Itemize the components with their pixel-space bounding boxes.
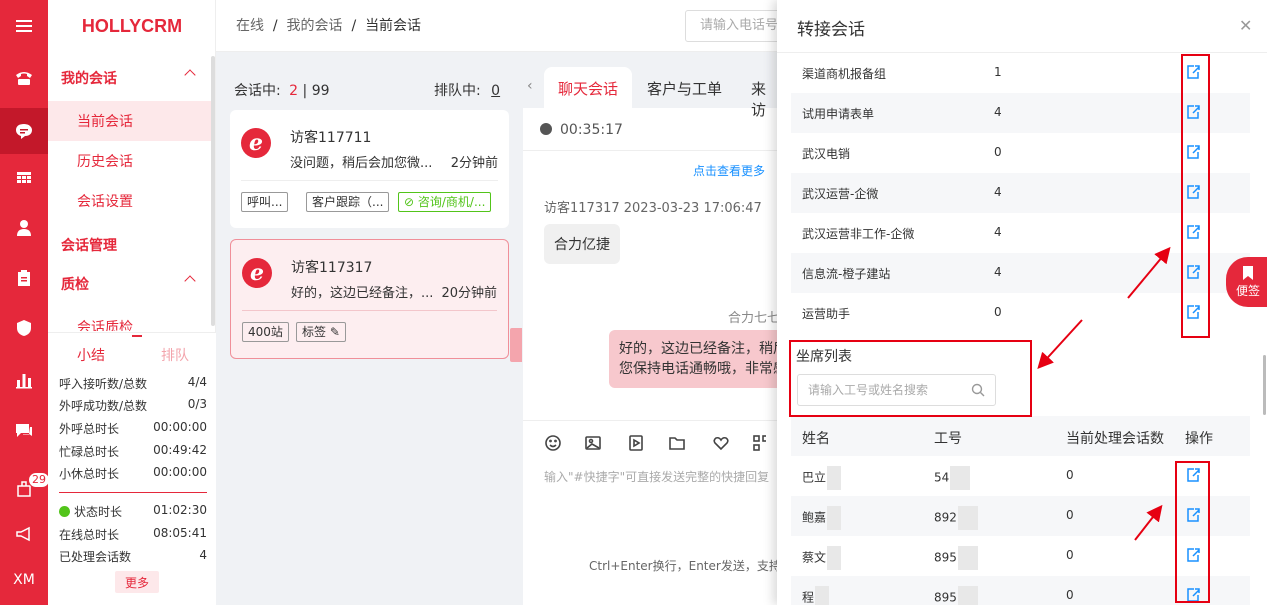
annotation-box [1181, 54, 1210, 338]
session-card-selected[interactable]: e 访客117317 好的，这边已经备注，... 20分钟前 400站 标签 ✎ [230, 239, 509, 359]
message-icon[interactable] [0, 410, 48, 450]
shield-icon[interactable] [0, 308, 48, 348]
clipboard-icon[interactable] [0, 258, 48, 298]
ie-avatar-icon: e [241, 128, 271, 158]
redacted-block [957, 506, 978, 530]
agent-message: 好的，这边已经备注，稍后 您保持电话通畅哦，非常感 [609, 330, 799, 388]
session-timer: 00:35:17 [540, 122, 623, 138]
sidebar-scrollbar[interactable] [211, 56, 215, 326]
session-tag[interactable]: 呼叫... [241, 192, 289, 212]
image-icon[interactable] [584, 434, 602, 452]
tab-visit[interactable]: 来访 [737, 67, 780, 119]
notification-icon[interactable]: 29 [0, 468, 50, 508]
breadcrumb-current: 当前会话 [365, 18, 422, 34]
chevron-up-icon [184, 69, 196, 81]
sidebar-item-history-session[interactable]: 历史会话 [48, 141, 213, 181]
redacted-block [957, 546, 978, 570]
stat-row: 状态时长 01:02:30 [59, 503, 207, 520]
stat-row: 已处理会话数 4 [59, 548, 207, 564]
queue-count: 排队中: 0 [434, 83, 501, 99]
stat-row: 小休总时长 00:00:00 [59, 465, 207, 481]
menu-toggle-icon[interactable] [0, 0, 48, 52]
notification-badge: 29 [28, 472, 50, 488]
ie-avatar-icon: e [242, 258, 272, 288]
divider [59, 492, 207, 493]
see-more-link[interactable]: 点击查看更多 [693, 162, 765, 179]
phone-icon[interactable] [0, 58, 48, 98]
stat-row: 外呼成功数/总数 0/3 [59, 397, 207, 413]
user-icon[interactable] [0, 208, 48, 248]
message-input[interactable]: 输入"#快捷字"可直接发送完整的快捷回复 [544, 468, 769, 485]
session-tag[interactable]: 客户跟踪（... [306, 192, 390, 212]
tab-customer-ticket[interactable]: 客户与工单 [633, 67, 736, 108]
bar-chart-icon[interactable] [0, 360, 48, 400]
sidebar-item-session-settings[interactable]: 会话设置 [48, 181, 213, 221]
more-button[interactable]: 更多 [115, 571, 159, 593]
tab-queue[interactable]: 排队 [161, 345, 189, 365]
in-session-count: 会话中: 2 | 99 [234, 83, 330, 99]
chat-panel: ‹ 聊天会话 客户与工单 来访 00:35:17 点击查看更多 访客117317… [523, 52, 799, 605]
grid-icon[interactable] [0, 158, 48, 198]
stat-row: 在线总时长 08:05:41 [59, 526, 207, 542]
drag-handle-icon[interactable] [132, 335, 142, 337]
session-tag[interactable]: 标签 ✎ [296, 322, 346, 342]
breadcrumb-my-sessions[interactable]: 我的会话 [287, 18, 343, 34]
visitor-message: 合力亿捷 [544, 224, 620, 264]
session-card[interactable]: e 访客117711 没问题，稍后会加您微... 2分钟前 呼叫... 客户跟踪… [230, 110, 509, 228]
menu-group-quality-check[interactable]: 质检 [48, 264, 216, 304]
stats-panel: 小结 排队 呼入接听数/总数 4/4 外呼成功数/总数 0/3 外呼总时长 00:00… [48, 332, 216, 605]
chat-icon[interactable] [0, 108, 48, 154]
heart-icon[interactable] [712, 434, 730, 452]
qr-code-icon[interactable] [752, 434, 766, 452]
tab-summary[interactable]: 小结 [77, 345, 105, 365]
breadcrumb: 在线 / 我的会话 / 当前会话 [236, 18, 422, 34]
sidebar-item-session-qc[interactable]: 会话质检 [48, 307, 213, 331]
stat-row: 忙碌总时长 00:49:42 [59, 443, 207, 459]
bookmark-icon [1243, 265, 1253, 280]
annotation-box [789, 340, 1032, 417]
agent-meta: 合力七七 [728, 311, 781, 326]
folder-icon[interactable] [668, 434, 686, 452]
stat-row: 呼入接听数/总数 4/4 [59, 375, 207, 391]
send-hint: Ctrl+Enter换行，Enter发送，支持粘 [589, 559, 793, 573]
chevron-left-icon[interactable]: ‹ [527, 78, 533, 94]
redacted-block [827, 546, 842, 570]
redacted-block [950, 466, 971, 490]
sidebar-item-current-session[interactable]: 当前会话 [48, 101, 213, 141]
drawer-scrollbar[interactable] [1263, 355, 1266, 415]
chevron-up-icon [184, 275, 196, 287]
collapse-handle[interactable] [510, 328, 522, 362]
user-avatar[interactable]: XM [0, 560, 48, 600]
status-online-icon [59, 506, 70, 517]
session-tag[interactable]: ⊘ 咨询/商机/... [398, 192, 492, 212]
seat-table-header: 姓名 工号 当前处理会话数 操作 [791, 416, 1250, 456]
message-meta: 访客117317 2023-03-23 17:06:47 [544, 201, 762, 216]
clock-icon [540, 123, 552, 135]
megaphone-icon[interactable] [0, 514, 48, 554]
redacted-block [827, 466, 842, 490]
session-tag[interactable]: 400站 [242, 322, 289, 342]
queue-count-link[interactable]: 0 [491, 83, 500, 99]
redacted-block [815, 586, 830, 605]
tab-chat-session[interactable]: 聊天会话 [544, 67, 633, 108]
breadcrumb-online[interactable]: 在线 [236, 18, 264, 34]
sidebar: HOLLYCRM 我的会话 当前会话 历史会话 会话设置 会话管理 质检 会话质… [48, 0, 216, 605]
icon-rail: 29 XM [0, 0, 50, 605]
chat-tabbar: ‹ 聊天会话 客户与工单 来访 [523, 52, 780, 119]
drawer-title: 转接会话 [797, 20, 865, 40]
redacted-block [957, 586, 978, 605]
menu-group-session-manage[interactable]: 会话管理 [48, 225, 216, 265]
session-queue: 会话中: 2 | 99 排队中: 0 e 访客117711 没问题，稍后会加您微… [216, 52, 522, 605]
close-icon[interactable]: ✕ [1239, 16, 1252, 35]
brand-logo: HOLLYCRM [81, 15, 183, 36]
emoji-icon[interactable] [544, 434, 562, 452]
menu-group-my-sessions[interactable]: 我的会话 [48, 58, 216, 98]
sticky-note-button[interactable]: 便签 [1226, 257, 1267, 307]
video-icon[interactable] [627, 434, 645, 452]
annotation-box [1175, 461, 1210, 603]
redacted-block [827, 506, 842, 530]
stat-row: 外呼总时长 00:00:00 [59, 420, 207, 436]
